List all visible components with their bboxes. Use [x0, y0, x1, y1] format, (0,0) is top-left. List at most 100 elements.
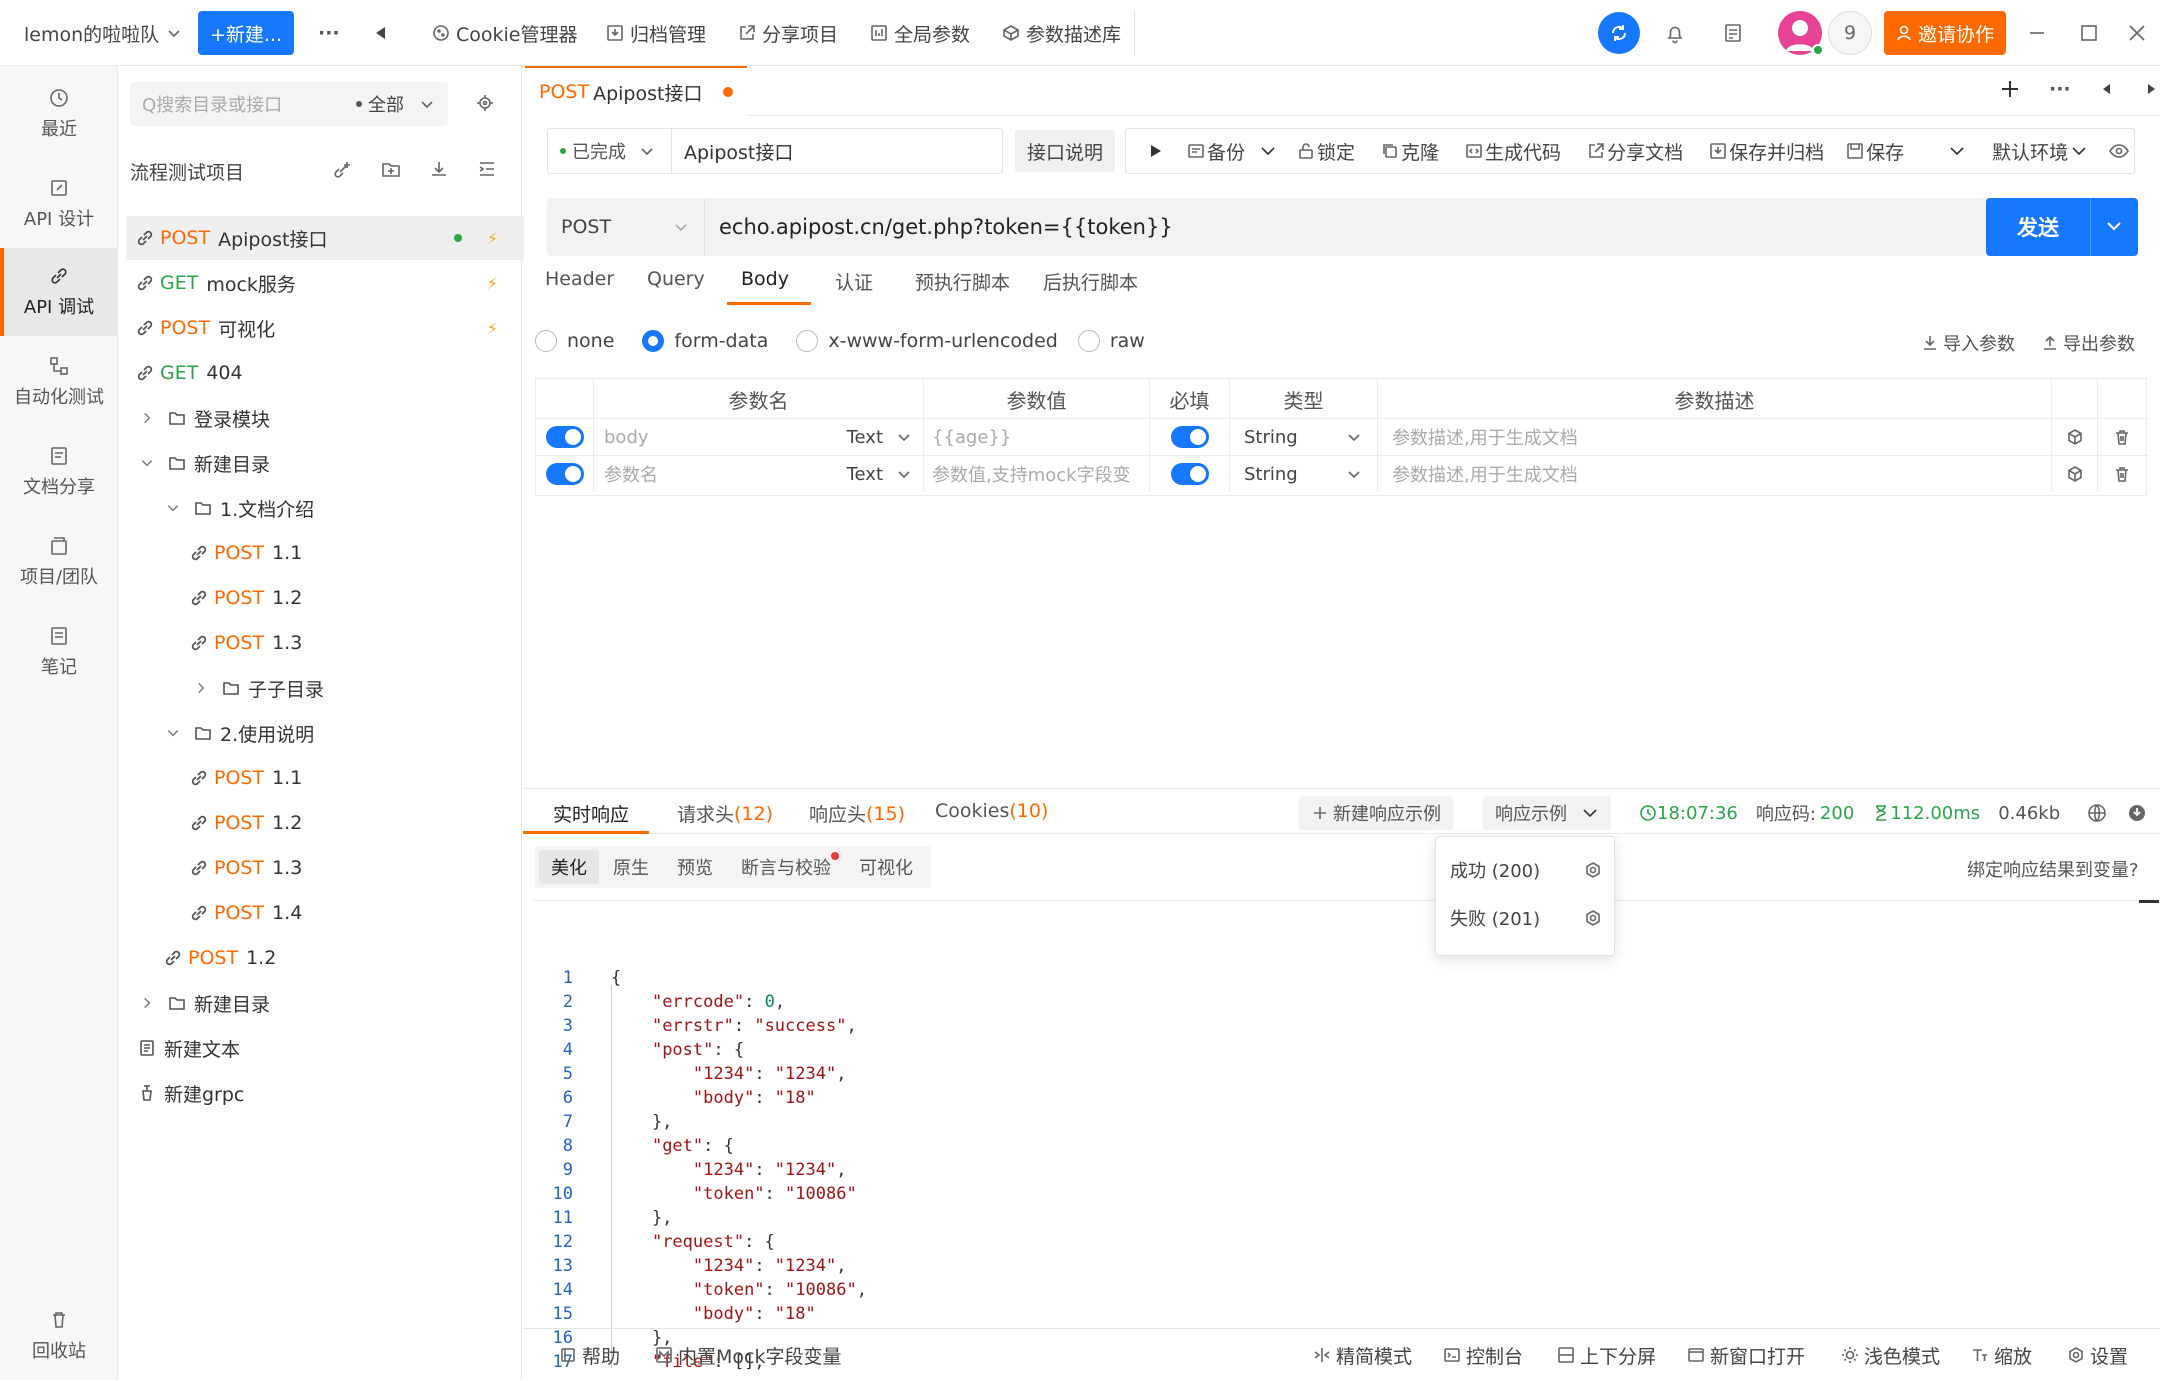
tab-next-icon[interactable] [2143, 81, 2159, 97]
tree-folder[interactable]: 2.使用说明 [126, 711, 524, 755]
tree-folder[interactable]: 新建目录 [126, 441, 524, 485]
send-button[interactable]: 发送 [1986, 212, 2090, 242]
nav-api-design[interactable]: API 设计 [0, 160, 118, 248]
response-example-select[interactable]: 响应示例 [1483, 796, 1611, 830]
param-name-cell[interactable]: 参数名 Text [594, 456, 924, 492]
param-kind-select[interactable]: Text [847, 427, 883, 448]
globe-icon[interactable] [2086, 802, 2108, 824]
param-type-select[interactable]: String [1244, 464, 1345, 485]
body-type-raw[interactable]: raw [1077, 330, 1145, 352]
import-params-button[interactable]: 导入参数 [1921, 330, 2015, 356]
subtab-assertions[interactable]: 断言与校验 [727, 850, 845, 884]
download-response-icon[interactable] [2126, 802, 2148, 824]
member-count-badge[interactable]: 9 [1828, 11, 1872, 55]
tab-post-script[interactable]: 后执行脚本 [1043, 268, 1138, 295]
param-value-input[interactable]: {{age}} [932, 427, 1011, 448]
api-desc-button[interactable]: 接口说明 [1015, 130, 1116, 172]
tree-item[interactable]: POST 可视化 ⚡ [126, 306, 524, 350]
settings-icon[interactable] [1584, 861, 1602, 879]
filter-select[interactable]: 全部 [368, 91, 404, 117]
subtab-visualize[interactable]: 可视化 [845, 850, 927, 884]
nav-notes[interactable]: 笔记 [0, 608, 118, 696]
team-switcher[interactable]: lemon的啦啦队 [24, 0, 183, 66]
param-type-cell[interactable]: String [1230, 456, 1378, 492]
trash-icon[interactable] [2113, 428, 2131, 446]
method-select[interactable]: POST [547, 198, 705, 256]
tree-item[interactable]: POST 1.2 [126, 801, 524, 845]
param-desc-cell[interactable]: 参数描述,用于生成文档 [1378, 456, 2052, 492]
search-input[interactable]: Q搜索目录或接口 [142, 91, 356, 117]
cube-icon[interactable] [2066, 428, 2084, 446]
subtab-preview[interactable]: 预览 [663, 850, 727, 884]
locate-button[interactable] [476, 94, 494, 112]
help-button[interactable]: 帮助 [559, 1329, 620, 1381]
new-button[interactable]: +新建... [198, 11, 295, 55]
url-input[interactable]: echo.apipost.cn/get.php?token={{token}} [705, 215, 1173, 239]
split-view-button[interactable]: 上下分屏 [1557, 1329, 1656, 1381]
tab-cookies[interactable]: Cookies (10) [935, 800, 1048, 822]
more-button[interactable]: ··· [318, 0, 340, 66]
param-type-select[interactable]: String [1244, 427, 1345, 448]
tab-auth[interactable]: 认证 [835, 268, 873, 295]
nav-trash[interactable]: 回收站 [0, 1292, 118, 1380]
tab-request-headers[interactable]: 请求头 (12) [677, 800, 773, 827]
nav-automation[interactable]: 自动化测试 [0, 338, 118, 426]
lock-button[interactable]: 锁定 [1297, 138, 1355, 165]
tree-item[interactable]: POST Apipost接口 ⚡ [126, 216, 524, 260]
subtab-beautify[interactable]: 美化 [539, 850, 599, 884]
save-archive-button[interactable]: 保存并归档 [1709, 138, 1824, 165]
api-tab[interactable]: POST Apipost接口 [525, 66, 747, 116]
tree-item[interactable]: POST 1.1 [126, 756, 524, 800]
gen-code-button[interactable]: 生成代码 [1465, 138, 1561, 165]
share-doc-button[interactable]: 分享文档 [1587, 138, 1683, 165]
param-enable-toggle[interactable] [545, 426, 584, 448]
tree-item[interactable]: POST 1.1 [126, 531, 524, 575]
nav-recent[interactable]: 最近 [0, 70, 118, 158]
notification-button[interactable] [1664, 0, 1686, 66]
minimize-button[interactable] [2026, 0, 2048, 66]
cookie-manager-button[interactable]: Cookie管理器 [432, 0, 578, 66]
notes-button[interactable] [1722, 0, 1744, 66]
tree-search[interactable]: Q搜索目录或接口 全部 [130, 82, 448, 126]
console-button[interactable]: 控制台 [1443, 1329, 1523, 1381]
add-tab-icon[interactable] [1999, 78, 2021, 100]
tree-folder[interactable]: 1.文档介绍 [126, 486, 524, 530]
trash-icon[interactable] [2113, 465, 2131, 483]
tab-query[interactable]: Query [647, 268, 705, 290]
clone-button[interactable]: 克隆 [1381, 138, 1439, 165]
tree-item[interactable]: POST 1.4 [126, 891, 524, 935]
backup-button[interactable]: 备份 [1187, 138, 1277, 165]
nav-project-team[interactable]: 项目/团队 [0, 518, 118, 606]
invite-button[interactable]: 邀请协作 [1884, 11, 2007, 55]
tab-more-icon[interactable]: ··· [2049, 78, 2071, 100]
tab-response-headers[interactable]: 响应头 (15) [809, 800, 905, 827]
share-project-button[interactable]: 分享项目 [738, 0, 838, 66]
settings-button[interactable]: 设置 [2067, 1329, 2128, 1381]
example-option-fail[interactable]: 失败 (201) [1436, 895, 1616, 941]
close-button[interactable] [2126, 0, 2148, 66]
tree-item[interactable]: POST 1.3 [126, 846, 524, 890]
param-enable-toggle[interactable] [545, 463, 584, 485]
add-api-icon[interactable] [332, 158, 354, 180]
archive-button[interactable]: 归档管理 [606, 0, 706, 66]
tree-item[interactable]: POST 1.2 [126, 576, 524, 620]
tab-live-response[interactable]: 实时响应 [553, 800, 629, 827]
param-desc-input[interactable]: 参数描述,用于生成文档 [1392, 461, 1578, 487]
tree-item[interactable]: 新建grpc [126, 1071, 524, 1115]
run-icon[interactable] [1147, 143, 1163, 159]
param-library-button[interactable]: 参数描述库 [1002, 0, 1121, 66]
new-folder-icon[interactable] [380, 158, 402, 180]
save-options-chevron-icon[interactable] [1948, 142, 1966, 160]
menu-collapse-icon[interactable] [476, 158, 498, 180]
body-type-urlencoded[interactable]: x-www-form-urlencoded [796, 330, 1058, 352]
response-body-code[interactable]: { "errcode": 0, "errstr": "success", "po… [611, 966, 2111, 1374]
new-window-button[interactable]: 新窗口打开 [1687, 1329, 1805, 1381]
body-type-none[interactable]: none [535, 330, 614, 352]
tab-body[interactable]: Body [741, 268, 789, 290]
tree-item[interactable]: GET mock服务 ⚡ [126, 261, 524, 305]
tree-item[interactable]: POST 1.3 [126, 621, 524, 665]
param-name-input[interactable]: body [604, 427, 847, 448]
send-options-chevron-icon[interactable] [2091, 217, 2137, 237]
download-icon[interactable] [428, 158, 450, 180]
global-params-button[interactable]: 全局参数 [870, 0, 970, 66]
